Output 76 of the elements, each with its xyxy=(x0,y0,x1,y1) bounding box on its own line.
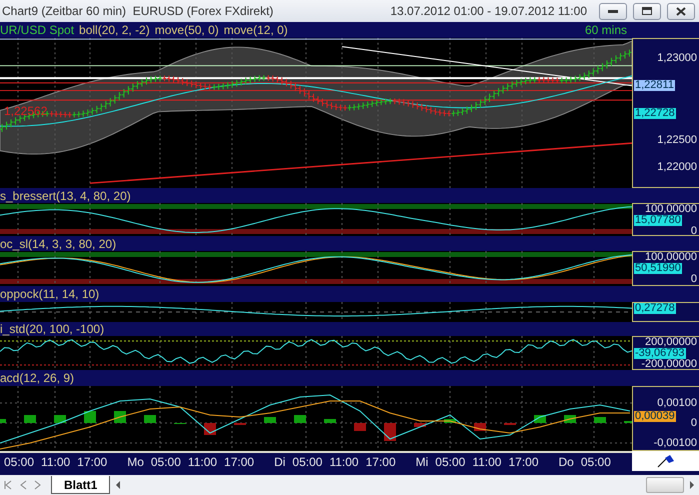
value-tag: -39,06793 xyxy=(634,348,686,359)
minimize-button[interactable] xyxy=(599,2,627,20)
histogram-bar xyxy=(354,423,366,431)
time-label: 17:00 xyxy=(508,455,538,469)
histogram-bar xyxy=(24,415,36,423)
histogram-bar xyxy=(294,415,306,423)
histogram-bar xyxy=(264,417,276,423)
value-tag: 15,07780 xyxy=(634,215,682,226)
day-label: Mo xyxy=(127,455,144,469)
histogram-bar xyxy=(324,419,336,423)
close-button[interactable] xyxy=(667,2,695,20)
value-tag: 0,27278 xyxy=(634,303,676,314)
histogram-bar xyxy=(384,423,396,441)
window-title: Chart9 (Zeitbar 60 min) EURUSD (Forex FXdirekt) xyxy=(2,4,274,18)
axis-label: -0,00100 xyxy=(654,438,697,449)
time-label: 11:00 xyxy=(188,455,218,469)
value-tag: 0,00039 xyxy=(634,411,676,422)
day-label: Mi xyxy=(416,455,428,469)
indicator-title: oc_sl(14, 3, 3, 80, 20) xyxy=(0,236,116,250)
axis-label: 200,00000 xyxy=(645,337,697,348)
maximize-icon xyxy=(642,7,652,15)
value-tag: 1,22811 xyxy=(634,80,675,92)
indicator-legend: move(12, 0) xyxy=(224,23,288,37)
histogram-bar xyxy=(84,411,96,423)
time-label: 05:00 xyxy=(435,455,466,469)
first-arrow-icon xyxy=(4,480,12,490)
day-label: Do xyxy=(558,455,574,469)
histogram-bar xyxy=(204,423,216,435)
minimize-icon xyxy=(608,9,618,13)
time-label: 05:00 xyxy=(4,455,34,469)
histogram-bar xyxy=(594,417,606,423)
axis-label: 100,00000 xyxy=(645,252,697,263)
day-label: Di xyxy=(274,455,286,469)
axis-label: 1,22500 xyxy=(657,134,697,146)
close-icon xyxy=(676,6,686,16)
right-triangle-icon xyxy=(688,481,694,489)
axis-label: -200,00000 xyxy=(641,359,697,370)
time-label: 11:00 xyxy=(472,455,502,469)
axis-label: 1,22000 xyxy=(657,162,697,173)
axis-label: 0 xyxy=(690,418,697,429)
time-label: 17:00 xyxy=(224,455,254,469)
indicator-legend: UR/USD Spot xyxy=(0,23,74,37)
value-tag: 50,51990 xyxy=(634,263,682,274)
histogram-bar xyxy=(54,415,66,423)
indicator-title: s_bressert(13, 4, 80, 20) xyxy=(0,188,131,202)
time-label: 11:00 xyxy=(41,455,70,469)
histogram-bar xyxy=(414,423,426,427)
histogram-bar xyxy=(0,419,6,423)
histogram-bar xyxy=(144,415,156,423)
axis-label: 0 xyxy=(690,274,697,285)
flag-icon[interactable] xyxy=(656,454,674,468)
histogram-bar xyxy=(444,419,456,423)
axis-label: 1,23000 xyxy=(657,53,697,64)
value-tag: 1,22728 xyxy=(634,108,676,118)
date-range: 13.07.2012 01:00 - 19.07.2012 11:00 xyxy=(390,4,587,18)
axis-label: 0 xyxy=(690,226,697,237)
indicator-title: i_std(20, 100, -100) xyxy=(0,322,104,336)
scrollbar-thumb[interactable] xyxy=(646,477,684,493)
axis-label: 100,00000 xyxy=(645,204,697,215)
price-label: 1,22562 xyxy=(4,104,48,118)
time-label: 05:00 xyxy=(580,455,611,469)
time-label: 05:00 xyxy=(150,455,181,469)
timeframe-label: 60 mins xyxy=(584,23,627,37)
left-triangle-icon xyxy=(114,481,121,489)
time-label: 17:00 xyxy=(366,455,396,469)
time-label: 17:00 xyxy=(77,455,108,469)
time-label: 11:00 xyxy=(329,455,359,469)
time-label: 05:00 xyxy=(292,455,322,469)
axis-label: 0,00100 xyxy=(657,398,697,409)
histogram-bar xyxy=(114,411,126,423)
sheet-tab[interactable]: Blatt1 xyxy=(51,476,110,494)
indicator-legend: move(50, 0) xyxy=(154,23,219,37)
indicator-title: oppock(11, 14, 10) xyxy=(0,287,100,301)
indicator-title: acd(12, 26, 9) xyxy=(0,371,74,385)
maximize-button[interactable] xyxy=(633,2,661,20)
indicator-legend: boll(20, 2, -2) xyxy=(79,23,150,37)
